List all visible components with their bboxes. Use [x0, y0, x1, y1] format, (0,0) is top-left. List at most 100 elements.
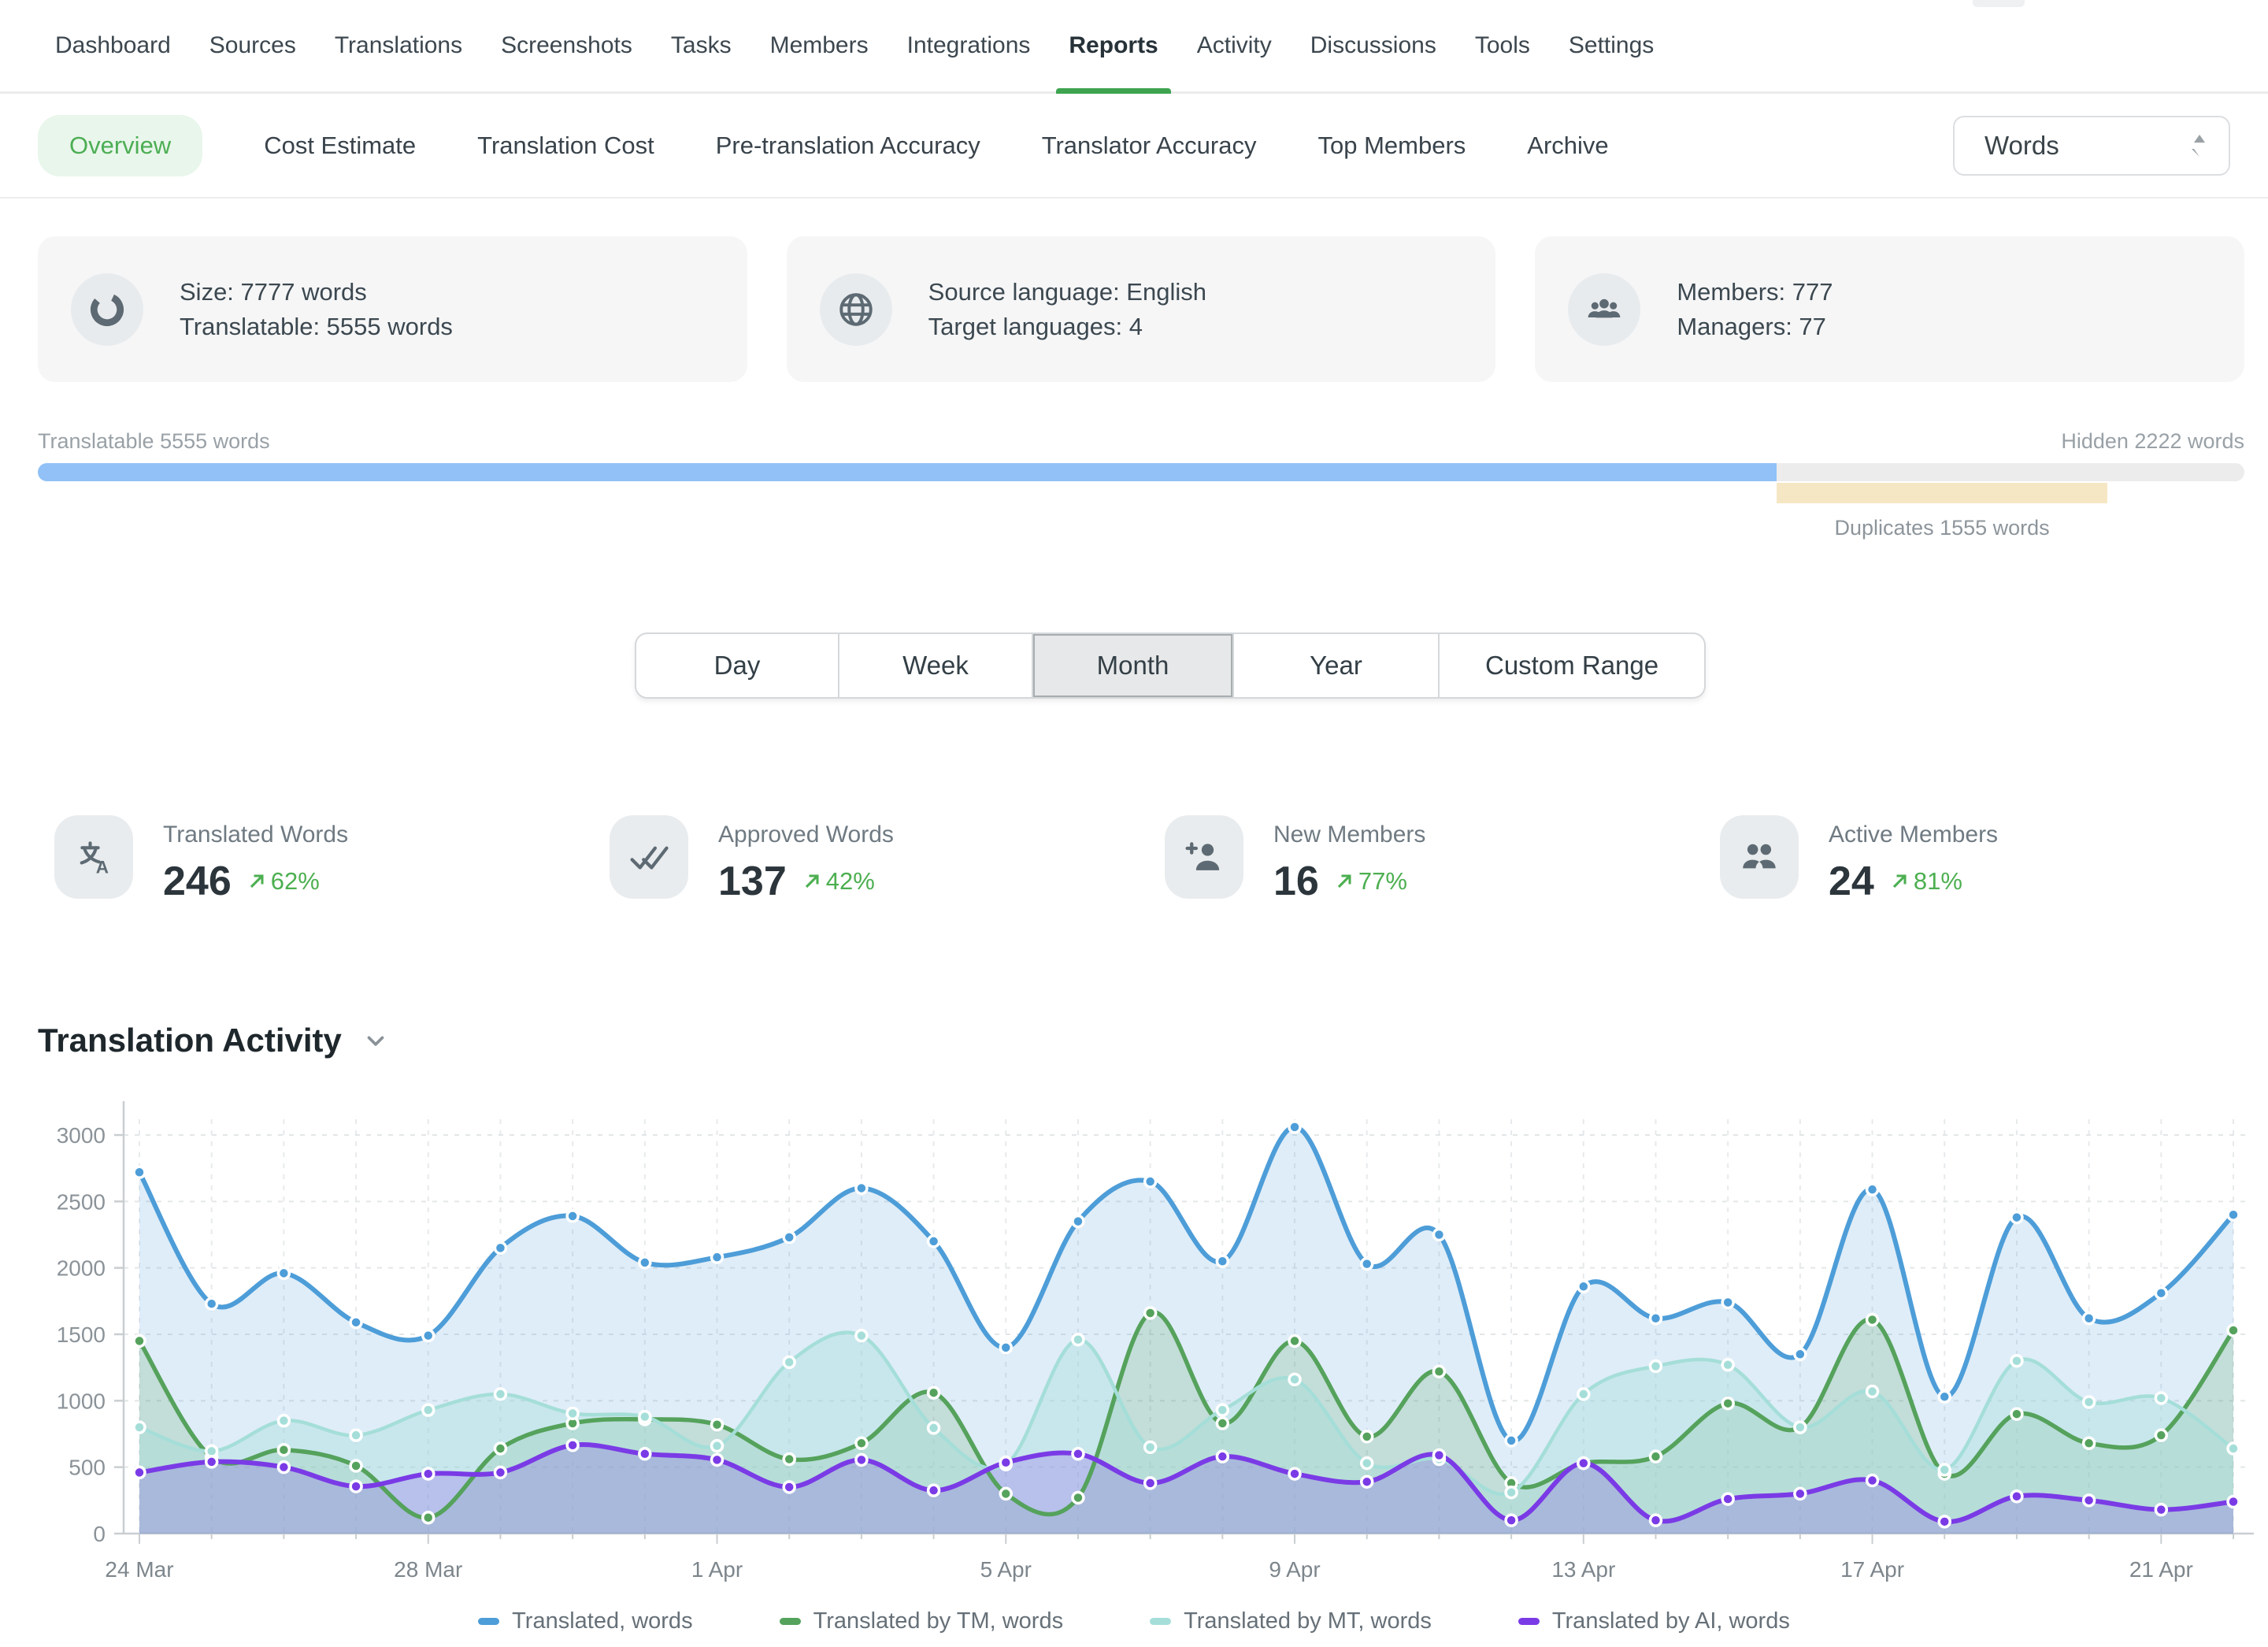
legend-marker-ai — [1518, 1618, 1540, 1625]
svg-text:0: 0 — [93, 1522, 106, 1546]
stat-value: 246 — [163, 858, 232, 905]
trend-up-icon — [1333, 870, 1355, 892]
new-members-stat: New Members 16 77% — [1165, 815, 1720, 905]
person-add-icon — [1165, 815, 1243, 899]
stats-row: A Translated Words 246 62% Approved Word… — [54, 815, 2268, 905]
translate-icon: A — [54, 815, 133, 899]
stat-value: 137 — [718, 858, 787, 905]
members-card: Members: 777 Managers: 77 — [1535, 236, 2244, 382]
words-progress-bar — [38, 463, 2244, 481]
stat-label: New Members — [1273, 822, 1425, 848]
legend-translated-tm[interactable]: Translated by TM, words — [780, 1608, 1064, 1634]
people-icon — [1720, 815, 1799, 899]
stat-delta: 62% — [271, 867, 320, 896]
progress-ring-icon — [71, 273, 143, 346]
report-tabs: Overview Cost Estimate Translation Cost … — [0, 94, 2268, 198]
source-language-line: Source language: English — [928, 275, 1206, 310]
legend-marker-mt — [1150, 1618, 1171, 1625]
trend-up-icon — [1888, 870, 1910, 892]
tab-overview[interactable]: Overview — [38, 115, 202, 176]
legend-label: Translated by AI, words — [1552, 1608, 1790, 1634]
section-title: Translation Activity — [38, 1022, 342, 1059]
range-custom-button[interactable]: Custom Range — [1440, 632, 1706, 699]
legend-label: Translated, words — [512, 1608, 692, 1634]
svg-text:2000: 2000 — [57, 1256, 106, 1281]
chevron-down-icon[interactable] — [362, 1027, 389, 1054]
svg-text:21 Apr: 21 Apr — [2129, 1557, 2193, 1582]
legend-label: Translated by MT, words — [1184, 1608, 1432, 1634]
tab-pretranslation-accuracy[interactable]: Pre-translation Accuracy — [716, 132, 980, 160]
unit-select-value: Words — [1984, 131, 2059, 161]
members-group-icon — [1568, 273, 1640, 346]
unit-select[interactable]: Words — [1953, 116, 2230, 176]
svg-text:24 Mar: 24 Mar — [105, 1557, 173, 1582]
stat-label: Active Members — [1829, 822, 1998, 848]
svg-text:1500: 1500 — [57, 1322, 106, 1347]
nav-item-tools[interactable]: Tools — [1475, 0, 1530, 91]
range-year-button[interactable]: Year — [1234, 632, 1440, 699]
svg-text:A: A — [96, 857, 109, 877]
members-line: Members: 777 — [1677, 275, 1833, 310]
tab-translation-cost[interactable]: Translation Cost — [477, 132, 654, 160]
tab-top-members[interactable]: Top Members — [1317, 132, 1466, 160]
up-down-arrows-icon — [2189, 133, 2210, 158]
nav-item-integrations[interactable]: Integrations — [907, 0, 1031, 91]
svg-text:28 Mar: 28 Mar — [394, 1557, 462, 1582]
translation-activity-chart[interactable]: 0 500 1000 1500 2000 2500 3000 24 Mar 28 Mar 1 Ap… — [0, 1095, 2268, 1607]
legend-translated-ai[interactable]: Translated by AI, words — [1518, 1608, 1790, 1634]
trend-up-icon — [801, 870, 823, 892]
translatable-line: Translatable: 5555 words — [180, 310, 453, 344]
translated-words-stat: A Translated Words 246 62% — [54, 815, 610, 905]
tab-cost-estimate[interactable]: Cost Estimate — [264, 132, 416, 160]
svg-text:13 Apr: 13 Apr — [1551, 1557, 1615, 1582]
tab-archive[interactable]: Archive — [1527, 132, 1608, 160]
nav-item-dashboard[interactable]: Dashboard — [55, 0, 171, 91]
svg-text:1000: 1000 — [57, 1389, 106, 1413]
size-line: Size: 7777 words — [180, 275, 453, 310]
nav-item-screenshots[interactable]: Screenshots — [501, 0, 632, 91]
stat-value: 16 — [1273, 858, 1319, 905]
nav-item-reports[interactable]: Reports — [1069, 0, 1158, 91]
svg-text:9 Apr: 9 Apr — [1269, 1557, 1320, 1582]
duplicates-label: Duplicates 1555 words — [1777, 516, 2107, 540]
svg-text:500: 500 — [69, 1456, 106, 1480]
range-month-button[interactable]: Month — [1033, 632, 1234, 699]
trend-up-icon — [246, 870, 268, 892]
legend-marker-translated — [478, 1618, 499, 1625]
hidden-label: Hidden 2222 words — [2061, 429, 2244, 454]
stat-delta: 77% — [1358, 867, 1407, 896]
nav-item-activity[interactable]: Activity — [1197, 0, 1272, 91]
nav-item-settings[interactable]: Settings — [1569, 0, 1654, 91]
nav-item-members[interactable]: Members — [770, 0, 869, 91]
nav-item-tasks[interactable]: Tasks — [671, 0, 732, 91]
top-nav: Dashboard Sources Translations Screensho… — [0, 0, 2268, 94]
date-range-group: Day Week Month Year Custom Range — [635, 632, 1706, 699]
svg-text:1 Apr: 1 Apr — [691, 1557, 743, 1582]
translation-activity-header: Translation Activity — [38, 1022, 389, 1059]
active-members-stat: Active Members 24 81% — [1720, 815, 2268, 905]
legend-translated[interactable]: Translated, words — [478, 1608, 692, 1634]
svg-text:2500: 2500 — [57, 1189, 106, 1214]
range-day-button[interactable]: Day — [635, 632, 839, 699]
legend-translated-mt[interactable]: Translated by MT, words — [1150, 1608, 1432, 1634]
svg-text:5 Apr: 5 Apr — [980, 1557, 1032, 1582]
svg-text:3000: 3000 — [57, 1123, 106, 1148]
languages-card: Source language: English Target language… — [787, 236, 1496, 382]
nav-item-discussions[interactable]: Discussions — [1310, 0, 1436, 91]
chart-legend: Translated, words Translated by TM, word… — [0, 1608, 2268, 1634]
managers-line: Managers: 77 — [1677, 310, 1833, 344]
nav-item-sources[interactable]: Sources — [209, 0, 296, 91]
svg-text:17 Apr: 17 Apr — [1840, 1557, 1904, 1582]
tab-translator-accuracy[interactable]: Translator Accuracy — [1042, 132, 1257, 160]
duplicates-bar — [1777, 483, 2107, 503]
legend-marker-tm — [780, 1618, 801, 1625]
stat-value: 24 — [1829, 858, 1874, 905]
nav-item-translations[interactable]: Translations — [335, 0, 462, 91]
stat-delta: 42% — [826, 867, 875, 896]
range-week-button[interactable]: Week — [839, 632, 1033, 699]
target-languages-line: Target languages: 4 — [928, 310, 1206, 344]
size-card: Size: 7777 words Translatable: 5555 word… — [38, 236, 747, 382]
approved-words-stat: Approved Words 137 42% — [610, 815, 1165, 905]
stat-label: Translated Words — [163, 822, 348, 848]
summary-cards: Size: 7777 words Translatable: 5555 word… — [38, 236, 2244, 382]
